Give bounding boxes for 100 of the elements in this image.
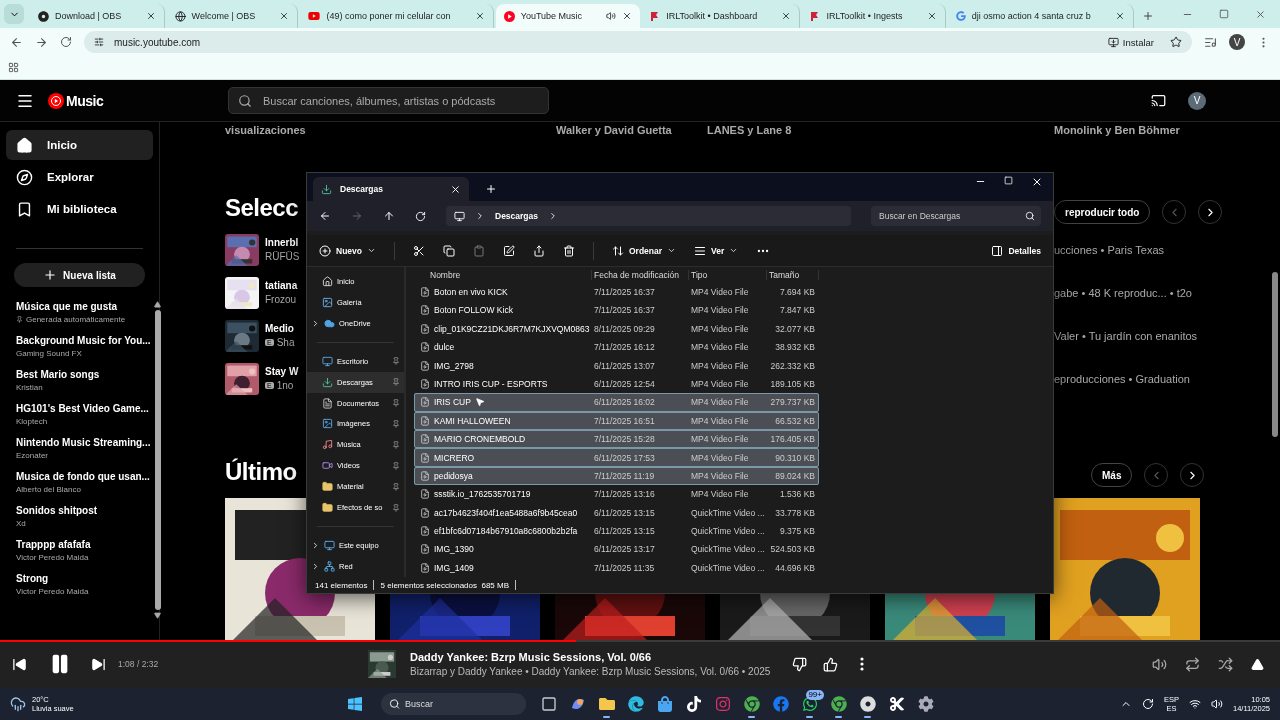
dislike-button[interactable] (792, 656, 808, 672)
column-header[interactable]: Fecha de modificación (592, 269, 689, 280)
like-button[interactable] (823, 656, 839, 672)
file-type: MP4 Video File (690, 434, 750, 445)
column-header[interactable]: Tipo (689, 269, 767, 280)
file-date: 7/11/2025 11:35 (593, 562, 656, 573)
sort-button[interactable]: Ordenar (612, 244, 677, 257)
new-button[interactable]: Nuevo (319, 244, 376, 257)
song-meta: ucciones • Paris Texas (1054, 242, 1166, 258)
taskbar-search-field[interactable]: Buscar (381, 693, 526, 715)
shuffle-button[interactable] (1218, 656, 1233, 672)
download-icon (322, 376, 333, 388)
playlist-title[interactable]: Strong (16, 573, 151, 584)
close-icon (1254, 9, 1266, 20)
explorer-tab[interactable]: Descargas (313, 177, 469, 201)
rename-button[interactable] (503, 244, 515, 257)
playlist-title[interactable]: Musica de fondo que usan... (16, 471, 151, 482)
file-row[interactable]: IMG_2798 6/11/2025 13:07 MP4 Video File 262.332 KB (414, 356, 819, 375)
playlist-title[interactable]: Nintendo Music Streaming... (16, 437, 151, 448)
playlist-title[interactable]: HG101's Best Video Game... (16, 403, 151, 414)
column-header[interactable]: Tamaño (767, 269, 819, 280)
search-field[interactable]: Buscar canciones, álbumes, artistas o pódcasts (228, 87, 549, 114)
gear-icon (917, 696, 934, 712)
playlist-title[interactable]: Música que me gusta (16, 301, 151, 312)
file-row[interactable]: INTRO IRIS CUP - ESPORTS 6/11/2025 12:54 MP4 Video File 189.105 KB (414, 374, 819, 394)
next-button[interactable] (1180, 463, 1205, 487)
play-icon (503, 10, 515, 22)
file-row[interactable]: MICRERO 6/11/2025 17:53 MP4 Video File 90.310 KB (414, 448, 819, 467)
file-name: dulce (434, 342, 455, 353)
file-row[interactable]: clip_01K9CZ21DKJ6R7M7KJXVQM0863 8/11/2025 09:29 MP4 Video File 32.077 KB (414, 319, 819, 338)
file-row[interactable]: IRIS CUP 6/11/2025 16:02 MP4 Video File 279.737 KB (414, 393, 819, 412)
file-size: 1.536 KB (779, 489, 816, 500)
tab-list-button[interactable] (4, 4, 24, 24)
account-avatar[interactable]: V (1188, 91, 1206, 110)
playlist-title[interactable]: Trapppp afafafa (16, 539, 151, 550)
next-button[interactable] (91, 656, 106, 672)
maximize-icon (1004, 176, 1013, 185)
video-file-icon (420, 562, 430, 573)
file-row[interactable]: Boton en vivo KICK 7/11/2025 16:37 MP4 Video File 7.694 KB (414, 282, 819, 302)
copy-icon (443, 244, 455, 257)
playlist-title[interactable]: Background Music for You... (16, 335, 151, 346)
previous-button[interactable] (12, 656, 27, 672)
playlist-title[interactable]: Best Mario songs (16, 369, 151, 380)
song-title[interactable]: tatiana (265, 280, 298, 291)
repeat-button[interactable] (1185, 656, 1200, 672)
refresh-button[interactable] (415, 210, 426, 222)
new-playlist-button[interactable]: Nueva lista (14, 263, 145, 287)
file-name: clip_01K9CZ21DKJ6R7M7KJXVQM0863 (434, 323, 590, 334)
file-row[interactable]: dulce 7/11/2025 16:12 MP4 Video File 38.932 KB (414, 338, 819, 357)
chevron-right-icon (548, 211, 558, 221)
up-button[interactable] (383, 210, 395, 222)
song-title[interactable]: Daddy Yankee: Bzrp Music Sessions, Vol. 0/66 (410, 651, 771, 663)
file-size: 44.696 KB (774, 562, 816, 573)
profile-avatar[interactable]: V (1229, 34, 1245, 50)
page-scrollbar[interactable] (1272, 272, 1278, 437)
column-header[interactable]: Nombre (414, 269, 592, 280)
song-title[interactable]: Stay W (265, 366, 299, 377)
next-button[interactable] (1198, 200, 1223, 224)
song-subtitle: Bizarrap y Daddy Yankee • Daddy Yankee: Bzrp Music Sessions, Vol. 0/66 • 2025 (410, 666, 771, 677)
file-row[interactable]: Boton FOLLOW Kick 7/11/2025 16:37 MP4 Video File 7.847 KB (414, 301, 819, 320)
nav-item[interactable]: Mi biblioteca (6, 194, 153, 224)
song-title[interactable]: Medio (265, 323, 295, 334)
expand-button[interactable] (1251, 656, 1264, 672)
delete-button[interactable] (563, 244, 575, 257)
file-type: MP4 Video File (690, 360, 750, 371)
share-button[interactable] (533, 244, 545, 257)
more-button[interactable]: Más (1091, 463, 1133, 487)
file-row[interactable]: ac17b4623f404f1ea5488a6f9b45cea0 6/11/2025 13:15 QuickTime Video ... 33.778 KB (414, 503, 819, 522)
file-row[interactable]: IMG_1409 7/11/2025 11:35 QuickTime Video ... 44.696 KB (414, 558, 819, 578)
new-tab-button[interactable] (485, 183, 497, 195)
file-row[interactable]: ef1bfc6d07184b67910a8c6800b2b2fa 6/11/2025 13:15 QuickTime Video ... 9.375 KB (414, 521, 819, 541)
file-row[interactable]: ssstik.io_1762535701719 7/11/2025 13:16 MP4 Video File 1.536 KB (414, 485, 819, 504)
video-file-icon (420, 526, 430, 537)
copy-button[interactable] (443, 244, 455, 257)
explorer-search-field[interactable]: Buscar en Descargas (871, 206, 1041, 226)
paste-button[interactable] (473, 244, 485, 257)
back-button[interactable] (319, 210, 331, 222)
file-name: IRIS CUP (434, 397, 471, 408)
chevron-down-icon (729, 246, 739, 255)
scrollbar-thumb[interactable] (154, 310, 161, 610)
document-icon (322, 397, 333, 409)
nav-item[interactable]: Explorar (6, 162, 153, 192)
browser-tab[interactable]: YouTube Music (495, 4, 641, 28)
file-row[interactable]: IMG_1390 6/11/2025 13:17 QuickTime Video ... 524.503 KB (414, 540, 819, 559)
song-title[interactable]: Innerbl (265, 237, 300, 248)
close-icon (622, 11, 633, 21)
pencil-icon (503, 244, 515, 257)
view-button[interactable]: Ver (694, 244, 739, 257)
taskbar-app[interactable]: 99+ (795, 690, 824, 718)
details-button[interactable]: Detalles (991, 244, 1041, 257)
volume-button[interactable] (1152, 656, 1167, 672)
play-all-button[interactable]: reproducir todo (1054, 200, 1151, 224)
address-field[interactable]: music.youtube.com Instalar (84, 31, 1192, 53)
selection-info: 5 elementos seleccionados 685 MB (380, 580, 509, 590)
nav-item[interactable]: Inicio (6, 130, 153, 160)
song-artist: RÜFÜS (265, 251, 300, 262)
cut-button[interactable] (413, 244, 425, 257)
playlist-title[interactable]: Sonidos shitpost (16, 505, 151, 516)
search-icon (389, 698, 400, 710)
breadcrumb-item[interactable]: Descargas (495, 211, 538, 221)
